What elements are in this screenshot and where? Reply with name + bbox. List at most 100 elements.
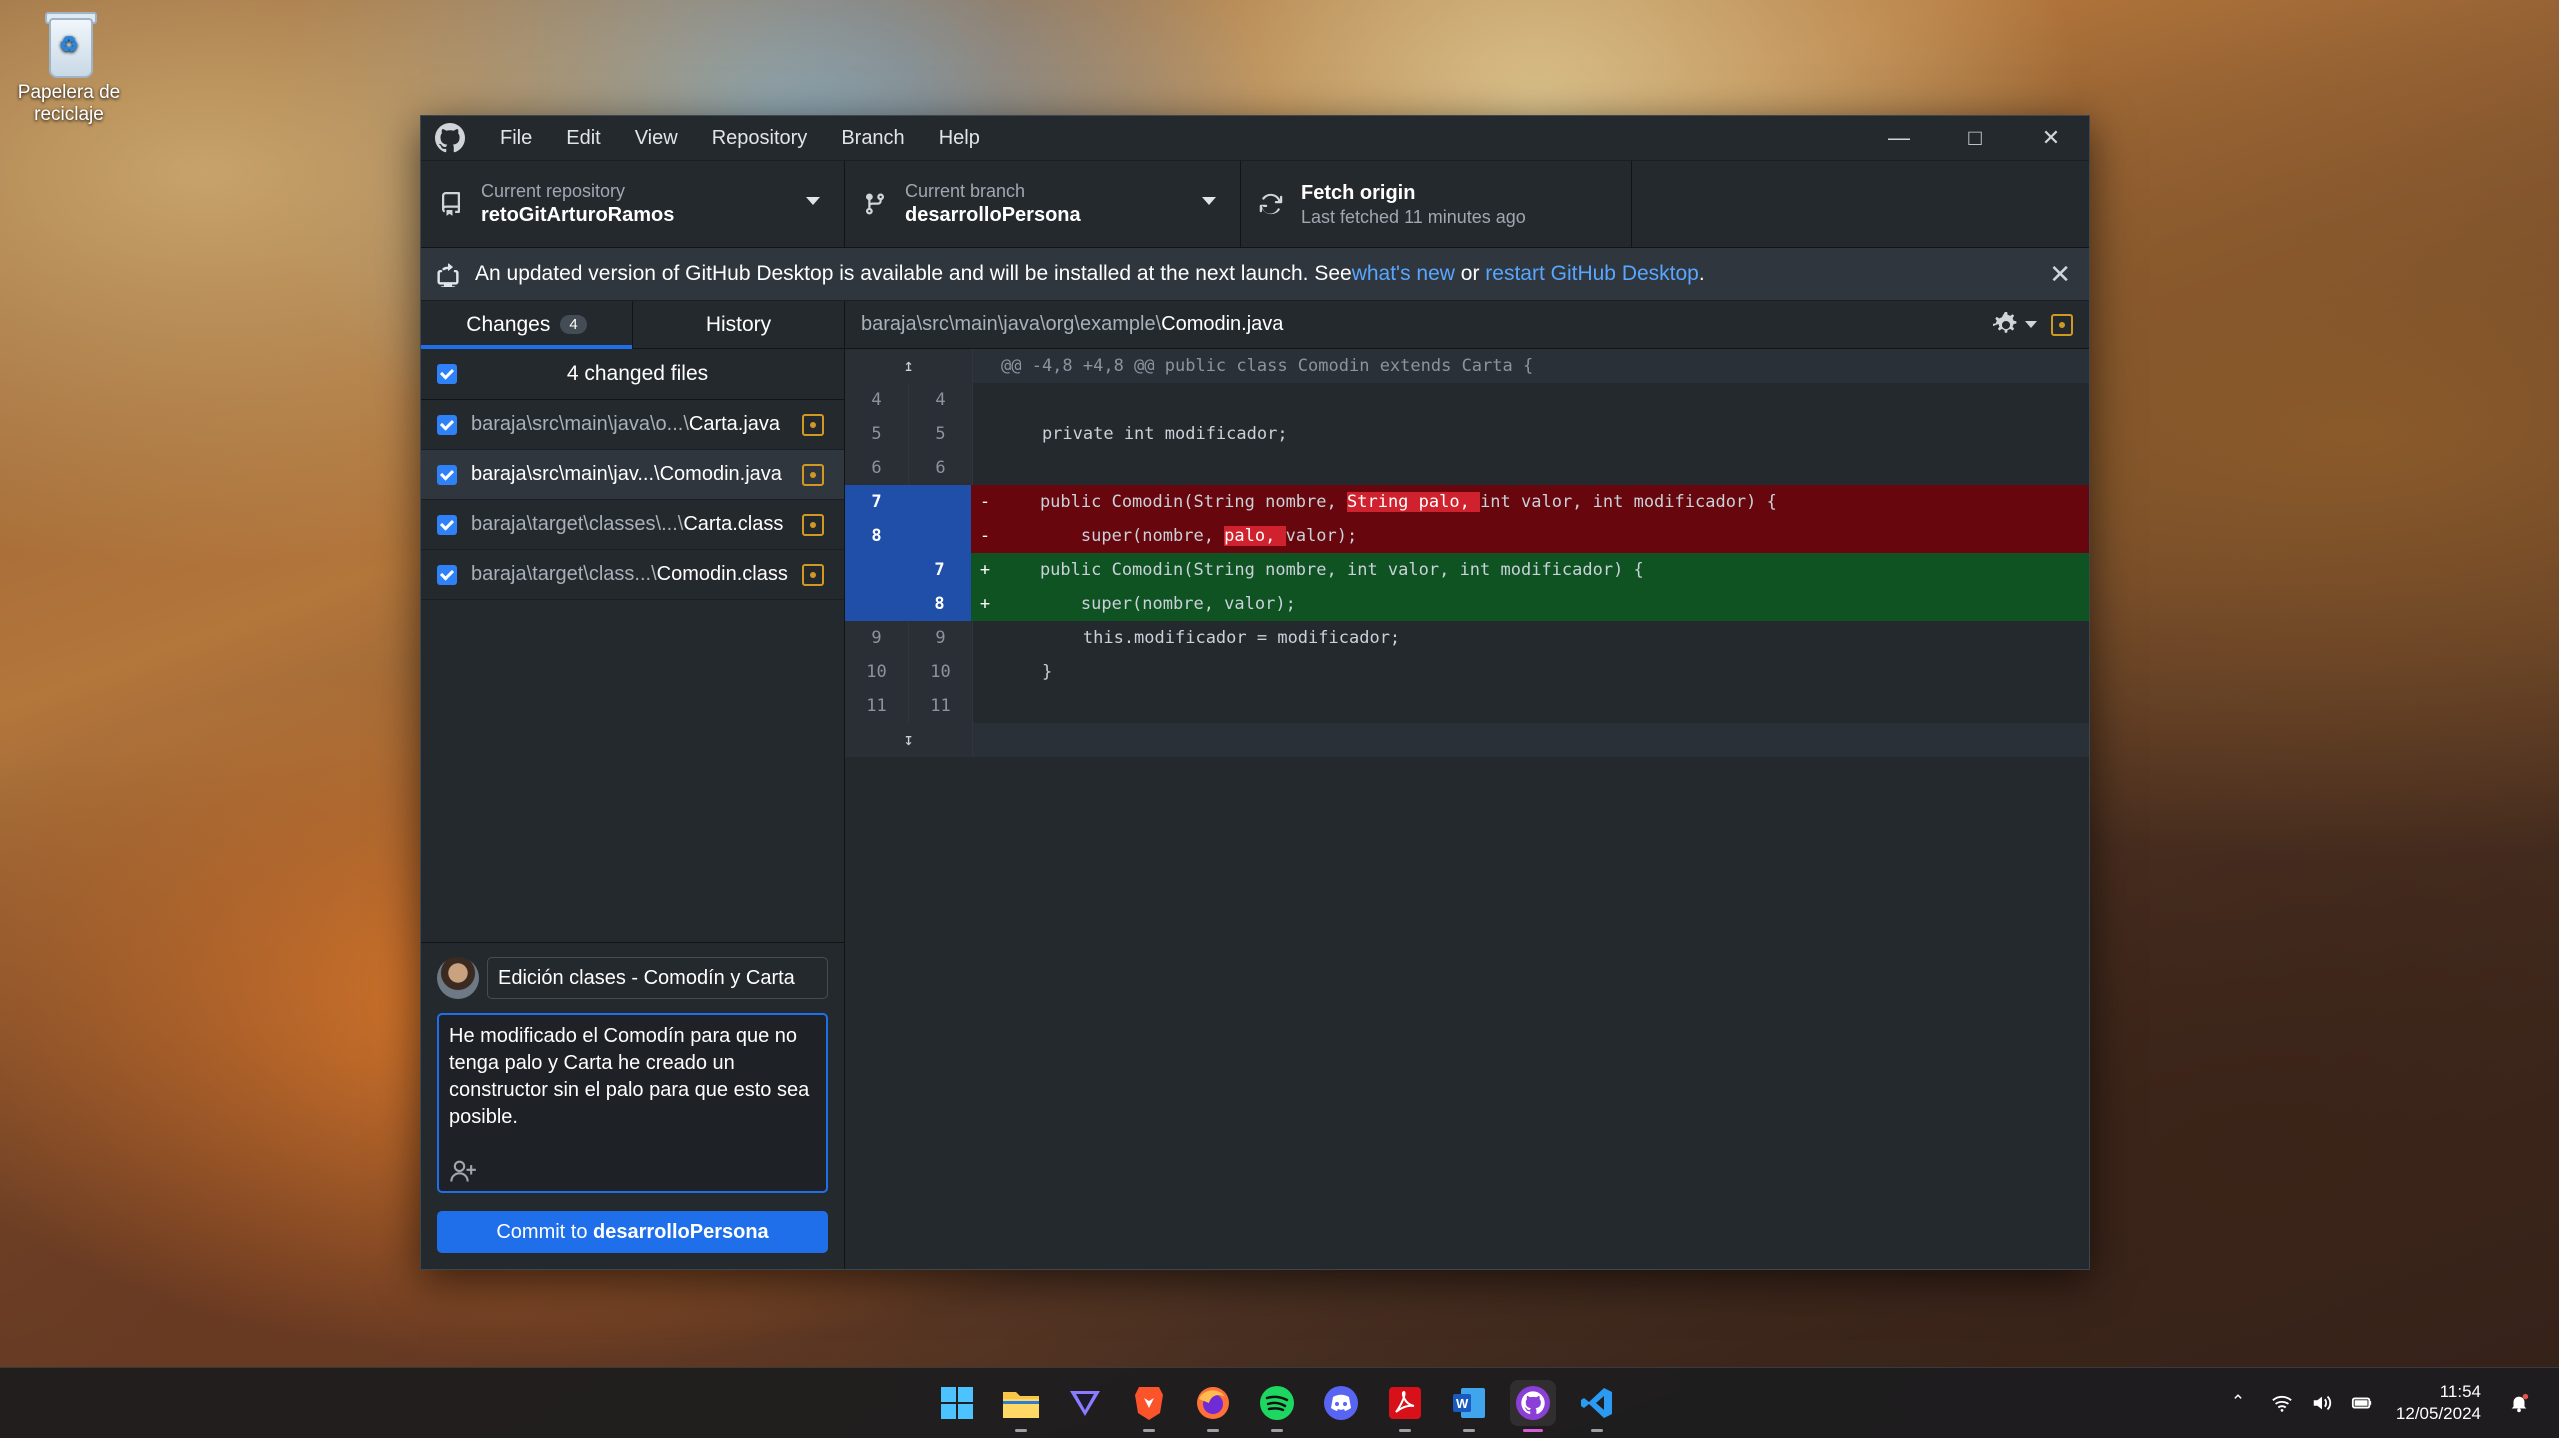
proton-vpn-icon[interactable] bbox=[1062, 1380, 1108, 1426]
commit-description-text: He modificado el Comodín para que no ten… bbox=[449, 1025, 810, 1128]
commit-description-input[interactable]: He modificado el Comodín para que no ten… bbox=[437, 1013, 828, 1193]
line-text: private int modificador; bbox=[1001, 424, 1288, 444]
line-text: super(nombre, valor); bbox=[999, 594, 1296, 614]
select-all-checkbox[interactable] bbox=[437, 364, 457, 384]
current-repository-button[interactable]: Current repository retoGitArturoRamos bbox=[421, 161, 845, 247]
menu-help[interactable]: Help bbox=[922, 127, 997, 150]
file-checkbox[interactable] bbox=[437, 464, 457, 485]
chevron-up-icon[interactable]: ⌃ bbox=[2231, 1392, 2253, 1414]
vscode-icon[interactable] bbox=[1574, 1380, 1620, 1432]
expand-up-icon[interactable]: ↥ bbox=[845, 349, 973, 383]
modified-status-icon bbox=[802, 513, 824, 536]
file-row-carta-java[interactable]: baraja\src\main\java\o...\Carta.java bbox=[421, 400, 844, 450]
minimize-icon[interactable]: — bbox=[1861, 116, 1937, 160]
new-line-number[interactable]: 8 bbox=[908, 587, 971, 621]
word-icon[interactable]: W bbox=[1446, 1380, 1492, 1432]
file-row-comodin-java[interactable]: baraja\src\main\jav...\Comodin.java bbox=[421, 450, 844, 500]
file-checkbox[interactable] bbox=[437, 414, 457, 435]
new-line-number[interactable] bbox=[908, 485, 971, 519]
sync-icon bbox=[1259, 193, 1283, 215]
github-desktop-taskbar-icon[interactable] bbox=[1510, 1380, 1556, 1432]
commit-button[interactable]: Commit to desarrolloPersona bbox=[437, 1211, 828, 1253]
diff-file-name: Comodin.java bbox=[1161, 313, 1284, 335]
current-branch-label: Current branch bbox=[905, 181, 1026, 201]
clock[interactable]: 11:54 12/05/2024 bbox=[2396, 1381, 2481, 1425]
file-name: Carta.java bbox=[688, 413, 781, 435]
new-line-number[interactable] bbox=[908, 519, 971, 553]
diff-line: 4 4 bbox=[845, 383, 2089, 417]
tab-history[interactable]: History bbox=[632, 301, 844, 348]
diff-file-path: baraja\src\main\java\org\example\Comodin… bbox=[861, 313, 1283, 336]
new-line-number[interactable]: 7 bbox=[908, 553, 971, 587]
menu-branch[interactable]: Branch bbox=[824, 127, 921, 150]
file-dir: baraja\target\class...\ bbox=[471, 563, 657, 585]
old-line-number: 5 bbox=[845, 417, 909, 451]
github-logo-icon bbox=[435, 123, 465, 153]
fetch-origin-button[interactable]: Fetch origin Last fetched 11 minutes ago bbox=[1241, 161, 1632, 247]
diff-line: 6 6 bbox=[845, 451, 2089, 485]
current-branch-button[interactable]: Current branch desarrolloPersona bbox=[845, 161, 1241, 247]
file-dir: baraja\target\classes\...\ bbox=[471, 513, 684, 535]
new-line-number: 4 bbox=[909, 383, 973, 417]
file-dir: baraja\src\main\jav...\ bbox=[471, 463, 660, 485]
line-text: super(nombre, palo, valor); bbox=[999, 526, 1357, 546]
new-line-number: 11 bbox=[909, 689, 973, 723]
tab-changes[interactable]: Changes 4 bbox=[421, 301, 632, 349]
line-text-post: int valor, int modificador) { bbox=[1480, 492, 1777, 512]
commit-summary-input[interactable]: Edición clases - Comodín y Carta bbox=[487, 957, 828, 999]
diff-file-dir: baraja\src\main\java\org\example\ bbox=[861, 313, 1162, 335]
spotify-icon[interactable] bbox=[1254, 1380, 1300, 1432]
chevron-down-icon[interactable] bbox=[2025, 321, 2037, 328]
maximize-icon[interactable]: □ bbox=[1937, 116, 2013, 160]
file-name: Carta.class bbox=[683, 513, 784, 535]
diff-code: ↥ @@ -4,8 +4,8 @@ public class Comodin e… bbox=[845, 349, 2089, 757]
new-line-number: 6 bbox=[909, 451, 973, 485]
old-line-number: 10 bbox=[845, 655, 909, 689]
diff-sign: - bbox=[979, 492, 991, 512]
recycle-bin-icon: ♻ bbox=[39, 8, 99, 78]
add-coauthor-icon[interactable] bbox=[449, 1159, 477, 1183]
menu-view[interactable]: View bbox=[618, 127, 695, 150]
file-explorer-icon[interactable] bbox=[998, 1380, 1044, 1432]
old-line-number[interactable]: 7 bbox=[845, 485, 908, 519]
recycle-bin-desktop-icon[interactable]: ♻ Papelera de reciclaje bbox=[14, 8, 124, 126]
file-row-comodin-class[interactable]: baraja\target\class...\Comodin.class bbox=[421, 550, 844, 600]
branch-icon bbox=[866, 193, 884, 215]
old-line-number[interactable] bbox=[845, 553, 908, 587]
file-checkbox[interactable] bbox=[437, 514, 457, 535]
repo-icon bbox=[441, 192, 460, 216]
sidebar: Changes 4 History 4 changed files baraja… bbox=[421, 301, 845, 1269]
discord-icon[interactable] bbox=[1318, 1380, 1364, 1426]
old-line-number[interactable] bbox=[845, 587, 908, 621]
gear-icon[interactable] bbox=[1993, 311, 2019, 338]
file-row-carta-class[interactable]: baraja\target\classes\...\Carta.class bbox=[421, 500, 844, 550]
acrobat-icon[interactable] bbox=[1382, 1380, 1428, 1432]
notification-bell-icon[interactable] bbox=[2508, 1392, 2530, 1414]
diff-line: 5 5 private int modificador; bbox=[845, 417, 2089, 451]
current-repository-value: retoGitArturoRamos bbox=[481, 204, 675, 226]
wifi-icon[interactable] bbox=[2271, 1392, 2293, 1414]
close-window-icon[interactable]: ✕ bbox=[2013, 116, 2089, 160]
menu-edit[interactable]: Edit bbox=[549, 127, 617, 150]
volume-icon[interactable] bbox=[2311, 1392, 2333, 1414]
menu-file[interactable]: File bbox=[483, 127, 549, 150]
firefox-icon[interactable] bbox=[1190, 1380, 1236, 1432]
modified-status-icon bbox=[802, 563, 824, 586]
battery-icon[interactable] bbox=[2351, 1392, 2373, 1414]
diff-line-deleted: 7 - public Comodin(String nombre, String… bbox=[845, 485, 2089, 519]
menu-repository[interactable]: Repository bbox=[695, 127, 825, 150]
diff-line: 10 10 } bbox=[845, 655, 2089, 689]
windows-start-icon[interactable] bbox=[934, 1380, 980, 1426]
svg-text:W: W bbox=[1456, 1396, 1469, 1411]
expand-down-icon[interactable]: ↧ bbox=[845, 723, 973, 757]
old-line-number: 4 bbox=[845, 383, 909, 417]
brave-browser-icon[interactable] bbox=[1126, 1380, 1172, 1432]
restart-github-desktop-link[interactable]: restart GitHub Desktop bbox=[1485, 262, 1699, 286]
old-line-number[interactable]: 8 bbox=[845, 519, 908, 553]
file-path: baraja\src\main\java\o...\Carta.java bbox=[471, 413, 802, 436]
close-banner-icon[interactable]: ✕ bbox=[2049, 259, 2071, 290]
whats-new-link[interactable]: what's new bbox=[1352, 262, 1455, 286]
file-checkbox[interactable] bbox=[437, 564, 457, 585]
old-line-number: 11 bbox=[845, 689, 909, 723]
line-text: public Comodin(String nombre, int valor,… bbox=[999, 560, 1644, 580]
